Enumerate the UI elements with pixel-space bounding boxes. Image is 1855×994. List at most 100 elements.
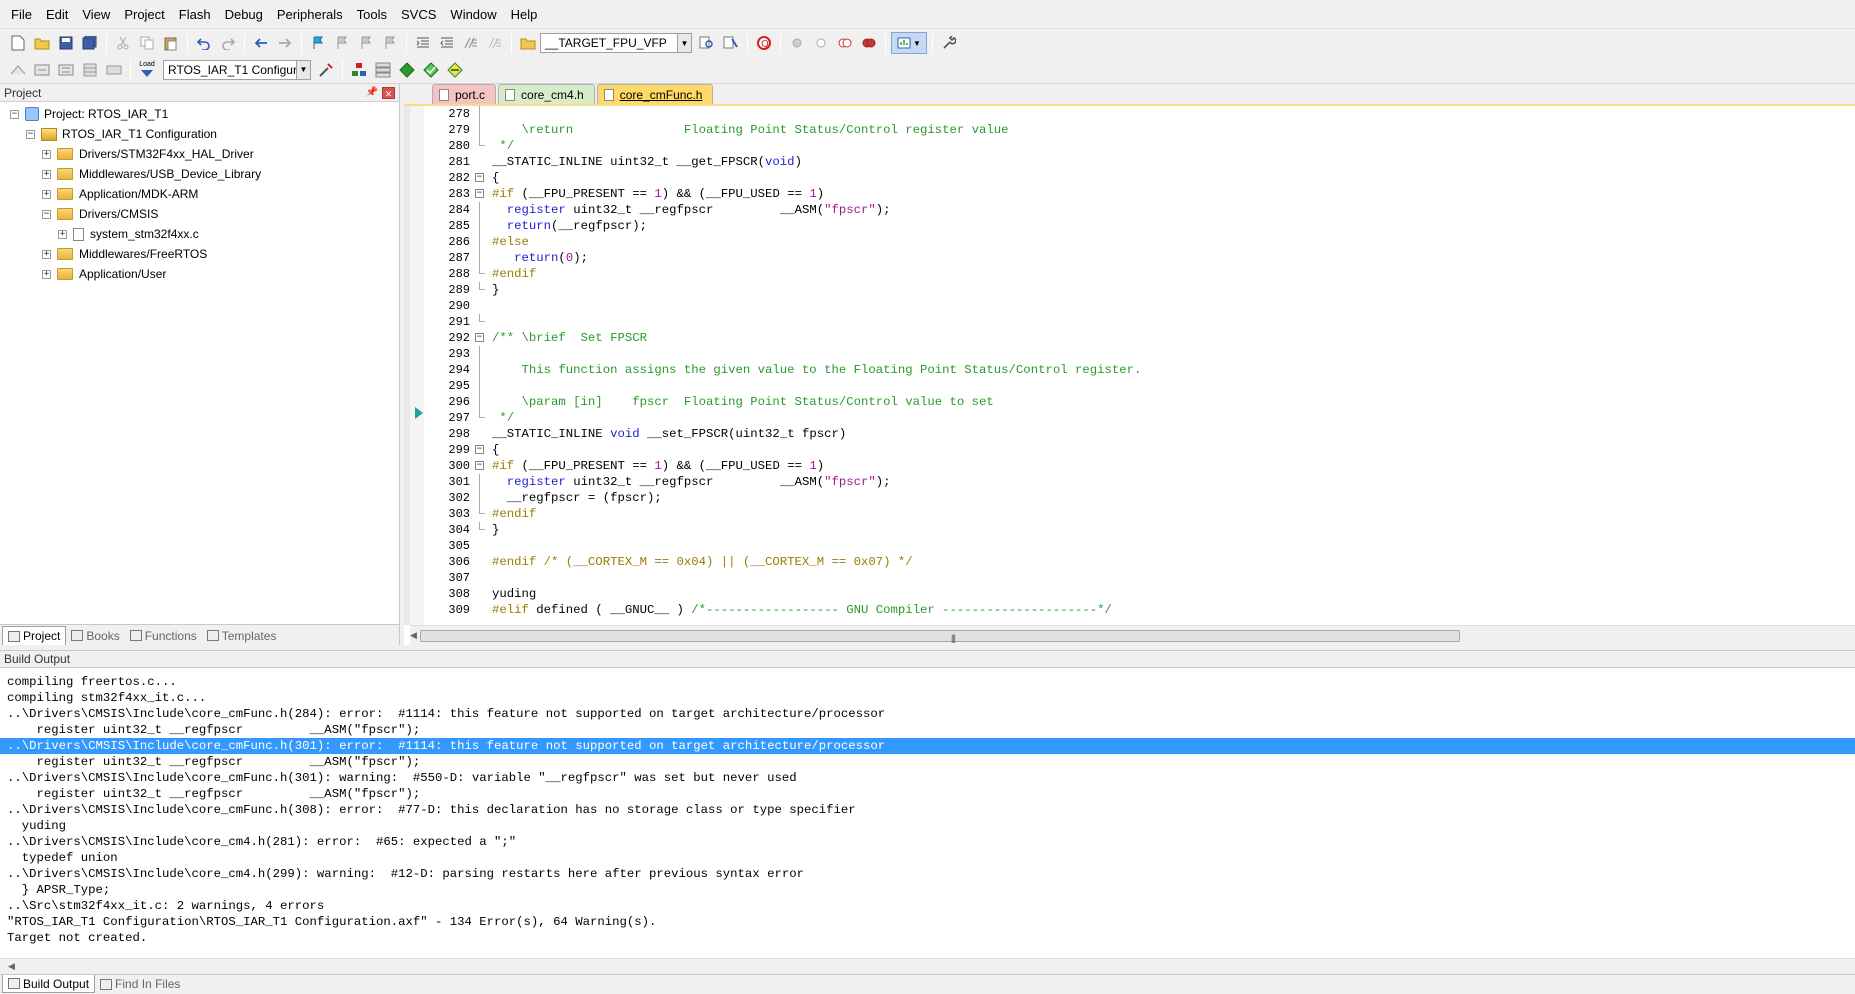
code-line[interactable]: #endif <box>492 266 1852 282</box>
editor-tab-core_cm4-h[interactable]: core_cm4.h <box>498 84 595 104</box>
fold-collapse-icon[interactable]: − <box>475 189 484 198</box>
uncomment-icon[interactable] <box>484 32 506 54</box>
menu-window[interactable]: Window <box>443 0 503 29</box>
build-output-line[interactable]: compiling stm32f4xx_it.c... <box>0 690 1855 706</box>
fold-marker[interactable]: − <box>474 458 486 474</box>
code-line[interactable] <box>492 298 1852 314</box>
build-output-line[interactable]: ..\Drivers\CMSIS\Include\core_cm4.h(281)… <box>0 834 1855 850</box>
build-output-line[interactable]: register uint32_t __regfpscr __ASM("fpsc… <box>0 754 1855 770</box>
build-output-line[interactable]: typedef union <box>0 850 1855 866</box>
menu-project[interactable]: Project <box>117 0 171 29</box>
code-line[interactable]: __STATIC_INLINE void __set_FPSCR(uint32_… <box>492 426 1852 442</box>
code-line[interactable]: #if (__FPU_PRESENT == 1) && (__FPU_USED … <box>492 458 1852 474</box>
editor-horizontal-scrollbar[interactable]: ◀ ||| <box>410 625 1855 645</box>
manage-env-icon[interactable] <box>372 59 394 81</box>
cut-icon[interactable] <box>112 32 134 54</box>
code-line[interactable] <box>492 378 1852 394</box>
breakpoint-insert-icon[interactable] <box>786 32 808 54</box>
expand-icon[interactable]: + <box>42 149 51 159</box>
fold-collapse-icon[interactable]: − <box>475 333 484 342</box>
bookmark-next-icon[interactable] <box>355 32 377 54</box>
pack-installer-icon[interactable] <box>396 59 418 81</box>
paste-icon[interactable] <box>160 32 182 54</box>
fold-marker[interactable]: − <box>474 330 486 346</box>
open-folder-icon[interactable] <box>31 32 53 54</box>
configure-icon[interactable] <box>938 32 960 54</box>
fold-collapse-icon[interactable]: − <box>475 445 484 454</box>
bookmark-prev-icon[interactable] <box>331 32 353 54</box>
build-output-line[interactable]: "RTOS_IAR_T1 Configuration\RTOS_IAR_T1 C… <box>0 914 1855 930</box>
expand-icon[interactable]: + <box>42 169 51 179</box>
code-line[interactable]: #endif <box>492 506 1852 522</box>
expand-icon[interactable]: + <box>42 269 51 279</box>
build-output-text[interactable]: compiling freertos.c... compiling stm32f4… <box>0 674 1855 964</box>
save-icon[interactable] <box>55 32 77 54</box>
code-line[interactable] <box>492 346 1852 362</box>
build-output-line[interactable]: ..\Drivers\CMSIS\Include\core_cmFunc.h(3… <box>0 770 1855 786</box>
code-line[interactable]: register uint32_t __regfpscr __ASM("fpsc… <box>492 202 1852 218</box>
scrollbar-thumb[interactable]: ||| <box>420 630 1460 643</box>
code-line[interactable]: #endif /* (__CORTEX_M == 0x04) || (__COR… <box>492 554 1852 570</box>
menu-tools[interactable]: Tools <box>350 0 394 29</box>
collapse-icon[interactable]: − <box>42 209 51 219</box>
tab-functions[interactable]: Functions <box>125 626 202 645</box>
code-line[interactable]: { <box>492 170 1852 186</box>
stop-build-icon[interactable] <box>103 59 125 81</box>
code-line[interactable] <box>492 314 1852 330</box>
editor-tab-core_cmfunc-h[interactable]: core_cmFunc.h <box>596 84 714 104</box>
build-output-line[interactable]: register uint32_t __regfpscr __ASM("fpsc… <box>0 786 1855 802</box>
code-line[interactable]: { <box>492 442 1852 458</box>
menu-flash[interactable]: Flash <box>172 0 218 29</box>
code-line[interactable]: #elif defined ( __GNUC__ ) /*-----------… <box>492 602 1852 618</box>
tab-templates[interactable]: Templates <box>202 626 282 645</box>
breakpoint-enable-icon[interactable] <box>810 32 832 54</box>
menu-view[interactable]: View <box>75 0 117 29</box>
tab-project[interactable]: Project <box>2 626 67 645</box>
scroll-left-icon[interactable]: ◀ <box>8 961 15 972</box>
menu-debug[interactable]: Debug <box>218 0 270 29</box>
rebuild-icon[interactable] <box>55 59 77 81</box>
breakpoint-gutter[interactable] <box>410 106 424 625</box>
build-output-line[interactable]: ..\Drivers\CMSIS\Include\core_cm4.h(299)… <box>0 866 1855 882</box>
find-in-files-icon[interactable] <box>517 32 539 54</box>
undo-icon[interactable] <box>193 32 215 54</box>
code-line[interactable]: } <box>492 522 1852 538</box>
build-output-line[interactable]: Target not created. <box>0 930 1855 946</box>
tree-item[interactable]: + Drivers/STM32F4xx_HAL_Driver <box>0 144 399 164</box>
indent-icon[interactable] <box>412 32 434 54</box>
debug-session-icon[interactable]: Q <box>753 32 775 54</box>
code-line[interactable] <box>492 538 1852 554</box>
tree-item[interactable]: + Middlewares/USB_Device_Library <box>0 164 399 184</box>
collapse-icon[interactable]: − <box>26 129 35 139</box>
tree-item[interactable]: − Drivers/CMSIS <box>0 204 399 224</box>
unindent-icon[interactable] <box>436 32 458 54</box>
build-output-line[interactable]: ..\Src\stm32f4xx_it.c: 2 warnings, 4 err… <box>0 898 1855 914</box>
comment-icon[interactable] <box>460 32 482 54</box>
code-line[interactable]: __regfpscr = (fpscr); <box>492 490 1852 506</box>
build-output-line[interactable]: } APSR_Type; <box>0 882 1855 898</box>
manage-project-icon[interactable] <box>348 59 370 81</box>
find-icon[interactable] <box>696 32 718 54</box>
code-line[interactable]: This function assigns the given value to… <box>492 362 1852 378</box>
tree-item[interactable]: − Project: RTOS_IAR_T1 <box>0 104 399 124</box>
nav-forward-icon[interactable] <box>274 32 296 54</box>
fold-marker[interactable]: − <box>474 186 486 202</box>
chevron-down-icon[interactable]: ▼ <box>677 34 691 52</box>
expand-icon[interactable]: + <box>42 189 51 199</box>
build-output-line-selected[interactable]: ..\Drivers\CMSIS\Include\core_cmFunc.h(3… <box>0 738 1855 754</box>
fold-collapse-icon[interactable]: − <box>475 461 484 470</box>
load-download-icon[interactable]: Load <box>136 59 158 81</box>
menu-help[interactable]: Help <box>504 0 545 29</box>
code-line[interactable]: register uint32_t __regfpscr __ASM("fpsc… <box>492 474 1852 490</box>
code-line[interactable]: } <box>492 282 1852 298</box>
window-layout-icon[interactable]: ▼ <box>891 32 927 54</box>
code-line[interactable]: */ <box>492 138 1852 154</box>
code-line[interactable]: #if (__FPU_PRESENT == 1) && (__FPU_USED … <box>492 186 1852 202</box>
code-line[interactable]: */ <box>492 410 1852 426</box>
bookmark-icon[interactable] <box>307 32 329 54</box>
tree-item[interactable]: + Application/MDK-ARM <box>0 184 399 204</box>
build-output-line[interactable]: ..\Drivers\CMSIS\Include\core_cmFunc.h(2… <box>0 706 1855 722</box>
code-line[interactable]: return(0); <box>492 250 1852 266</box>
fold-marker[interactable]: − <box>474 442 486 458</box>
build-output-line[interactable]: yuding <box>0 818 1855 834</box>
